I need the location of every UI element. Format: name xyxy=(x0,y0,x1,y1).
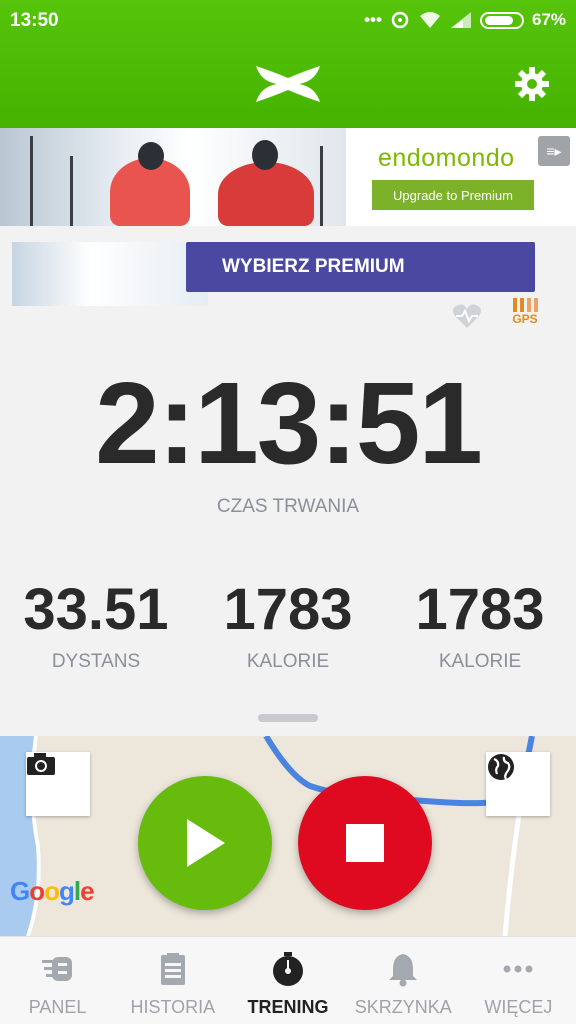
google-letter: o xyxy=(29,876,45,906)
dashboard-icon xyxy=(41,957,72,981)
battery-percent: 67% xyxy=(531,10,566,29)
tree-decoration xyxy=(70,156,73,226)
ad-badge-icon: ≡▸ xyxy=(538,136,570,166)
play-icon xyxy=(187,819,225,867)
bell-icon xyxy=(389,954,418,987)
heart-rate-icon[interactable] xyxy=(452,302,482,330)
nav-panel[interactable]: PANEL xyxy=(0,937,115,1024)
ad-banner[interactable]: endomondo Upgrade to Premium ≡▸ xyxy=(0,128,576,226)
snow-photo xyxy=(12,242,208,306)
signal-icon xyxy=(450,12,471,28)
nav-label: PANEL xyxy=(28,997,87,1017)
choose-premium-button[interactable]: WYBIERZ PREMIUM xyxy=(186,242,535,292)
google-letter: g xyxy=(59,876,75,906)
nav-label: TRENING xyxy=(247,997,329,1017)
nav-trening[interactable]: TRENING xyxy=(230,937,345,1024)
google-attribution: Google xyxy=(10,876,95,907)
nav-skrzynka[interactable]: SKRZYNKA xyxy=(346,937,461,1024)
more-icon xyxy=(503,965,533,973)
duration-label: CZAS TRWANIA xyxy=(216,496,360,517)
battery-icon xyxy=(479,11,524,29)
stat-calories[interactable]: 1783 KALORIE xyxy=(192,576,384,673)
stat-value: 1783 xyxy=(415,577,545,642)
map-layer-button[interactable] xyxy=(486,752,550,816)
tree-decoration xyxy=(320,146,323,226)
stat-calories-2[interactable]: 1783 KALORIE xyxy=(384,576,576,673)
globe-icon xyxy=(488,754,514,780)
stat-value: 33.51 xyxy=(23,577,169,642)
duration-timer: 2:13:51 xyxy=(95,358,483,488)
app-header: 13:50 ••• 67% xyxy=(0,0,576,128)
stats-row: 33.51 DYSTANS 1783 KALORIE 1783 KALORIE xyxy=(0,576,576,673)
runner-head xyxy=(138,142,164,170)
endomondo-brand: endomondo xyxy=(378,144,515,172)
under-armour-logo-icon xyxy=(256,66,320,102)
status-bar: 13:50 ••• 67% xyxy=(0,0,576,40)
upgrade-premium-button[interactable]: Upgrade to Premium xyxy=(372,180,534,210)
google-letter: G xyxy=(10,876,30,906)
status-icons: ••• 67% xyxy=(364,10,566,30)
wifi-icon xyxy=(419,12,440,28)
more-icon: ••• xyxy=(364,10,382,29)
runner-man xyxy=(218,162,314,226)
stat-label: DYSTANS xyxy=(51,651,141,672)
nav-label: HISTORIA xyxy=(130,997,216,1017)
map-view[interactable]: Google xyxy=(0,736,576,936)
status-time: 13:50 xyxy=(10,10,59,31)
runner-head xyxy=(252,140,278,170)
bottom-nav: PANEL HISTORIA TRENING SKRZYNKA WIĘCEJ xyxy=(0,936,576,1024)
nav-label: WIĘCEJ xyxy=(484,997,553,1017)
gear-icon[interactable] xyxy=(514,66,550,102)
stop-button[interactable] xyxy=(298,776,432,910)
ad-photo xyxy=(0,128,346,226)
stopwatch-icon xyxy=(273,952,303,986)
premium-row: WYBIERZ PREMIUM xyxy=(0,226,576,306)
sync-icon xyxy=(391,11,409,29)
stat-value: 1783 xyxy=(223,577,353,642)
clipboard-icon xyxy=(160,953,185,985)
google-letter: e xyxy=(80,876,95,906)
stat-label: KALORIE xyxy=(246,651,330,672)
google-letter: o xyxy=(44,876,60,906)
stat-label: KALORIE xyxy=(438,651,522,672)
gps-indicator: GPS xyxy=(510,298,540,326)
stop-icon xyxy=(346,824,384,862)
nav-label: SKRZYNKA xyxy=(354,997,452,1017)
nav-wiecej[interactable]: WIĘCEJ xyxy=(461,937,576,1024)
drag-handle[interactable] xyxy=(258,714,318,722)
nav-historia[interactable]: HISTORIA xyxy=(115,937,230,1024)
gps-label: GPS xyxy=(512,312,538,326)
tree-decoration xyxy=(30,136,33,226)
gps-signal-icon xyxy=(510,298,540,312)
camera-button[interactable] xyxy=(26,752,90,816)
stat-distance[interactable]: 33.51 DYSTANS xyxy=(0,576,192,673)
camera-icon xyxy=(27,753,55,775)
resume-button[interactable] xyxy=(138,776,272,910)
